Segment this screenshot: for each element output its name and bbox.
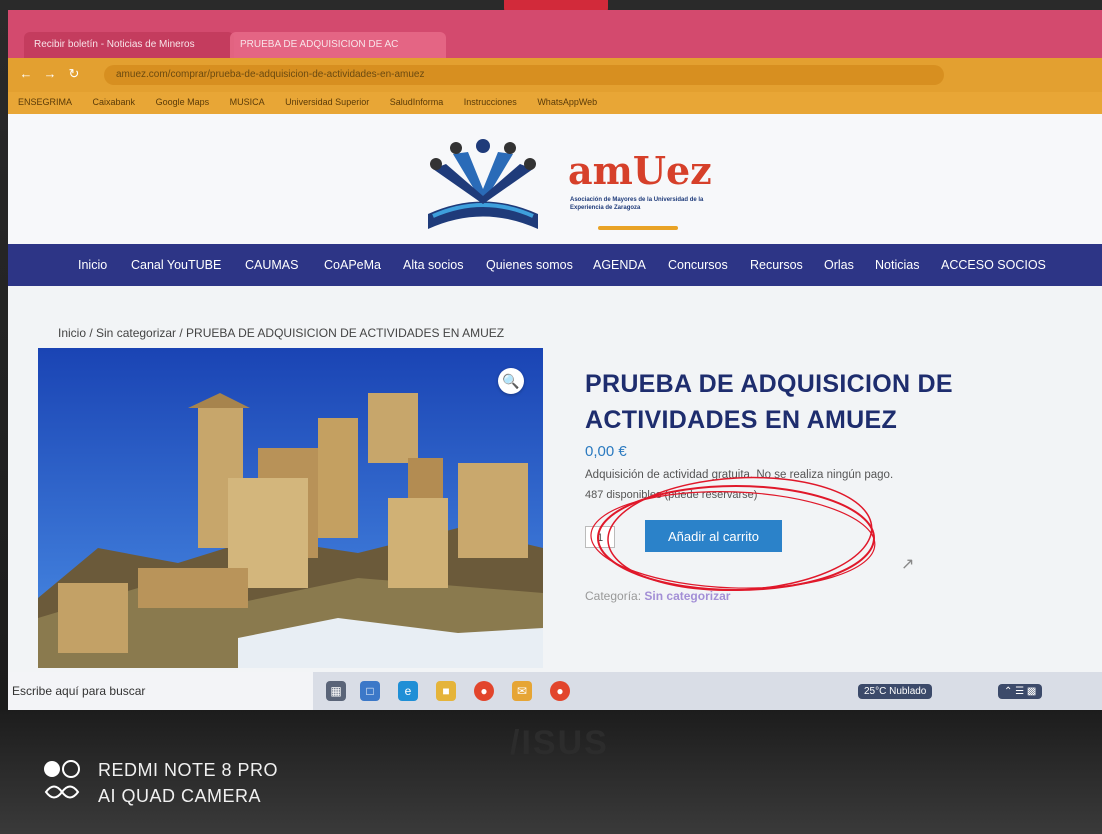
category-label: Categoría:	[585, 589, 642, 603]
product-category: Categoría: Sin categorizar	[585, 589, 730, 603]
bookmark[interactable]: Universidad Superior	[285, 97, 369, 107]
bookmark[interactable]: Google Maps	[156, 97, 210, 107]
nav-item-agenda[interactable]: AGENDA	[593, 258, 646, 272]
nav-item-noticias[interactable]: Noticias	[875, 258, 919, 272]
nav-item-orlas[interactable]: Orlas	[824, 258, 854, 272]
system-tray[interactable]: ⌃ ☰ ▩	[998, 684, 1043, 699]
main-navigation: Inicio Canal YouTUBE CAUMAS CoAPeMa Alta…	[8, 244, 1102, 286]
reload-icon[interactable]: ↻	[66, 66, 82, 82]
browser-tabbar: Recibir boletín - Noticias de Mineros PR…	[8, 10, 1102, 58]
product-page: Inicio / Sin categorizar / PRUEBA DE ADQ…	[8, 286, 1102, 710]
chrome-icon[interactable]: ●	[474, 681, 494, 701]
stock-status: 487 disponibles (puede reservarse)	[585, 489, 758, 501]
folder-icon[interactable]: ■	[436, 681, 456, 701]
chrome-active-icon[interactable]: ●	[550, 681, 570, 701]
taskbar-search-input[interactable]: Escribe aquí para buscar	[8, 672, 313, 710]
store-icon[interactable]: □	[360, 681, 380, 701]
nav-item-acceso-socios[interactable]: ACCESO SOCIOS	[941, 258, 1046, 272]
nav-item-inicio[interactable]: Inicio	[78, 258, 107, 272]
product-price: 0,00 €	[585, 443, 627, 460]
mouse-cursor-icon: ↗	[901, 556, 915, 573]
bookmark[interactable]: SaludInforma	[390, 97, 444, 107]
bookmark[interactable]: WhatsAppWeb	[537, 97, 597, 107]
edge-icon[interactable]: e	[398, 681, 418, 701]
weather-widget[interactable]: 25°C Nublado	[858, 684, 933, 699]
logo-underline	[598, 226, 678, 230]
nav-item-canal-youtube[interactable]: Canal YouTUBE	[131, 258, 221, 272]
mail-icon[interactable]: ✉	[512, 681, 532, 701]
bookmark[interactable]: ENSEGRIMA	[18, 97, 72, 107]
laptop-brand-logo: /ISUS	[510, 724, 609, 762]
site-header: amUez Asociación de Mayores de la Univer…	[8, 114, 1102, 244]
zoom-icon[interactable]: 🔍	[498, 368, 524, 394]
add-to-cart-button[interactable]: Añadir al carrito	[645, 520, 782, 552]
bookmark[interactable]: Caixabank	[93, 97, 136, 107]
nav-item-caumas[interactable]: CAUMAS	[245, 258, 298, 272]
bookmark[interactable]: MUSICA	[230, 97, 265, 107]
logo-title: amUez	[568, 148, 712, 193]
os-taskbar: Escribe aquí para buscar ▦ □ e ■ ● ✉ ● 2…	[8, 672, 1102, 710]
product-title: PRUEBA DE ADQUISICION DE ACTIVIDADES EN …	[585, 370, 953, 434]
nav-item-recursos[interactable]: Recursos	[750, 258, 803, 272]
browser-tab[interactable]: Recibir boletín - Noticias de Mineros	[24, 32, 234, 58]
camera-lens-icon	[44, 760, 80, 799]
product-description: Adquisición de actividad gratuita. No se…	[585, 469, 894, 481]
quantity-input[interactable]: 1	[585, 526, 615, 548]
photo-watermark-camera: AI QUAD CAMERA	[98, 786, 262, 806]
browser-toolbar: ← → ↻ amuez.com/comprar/prueba-de-adquis…	[8, 58, 1102, 92]
category-link[interactable]: Sin categorizar	[644, 589, 730, 603]
bookmarks-bar: ENSEGRIMA Caixabank Google Maps MUSICA U…	[8, 92, 1102, 114]
laptop-screen: Recibir boletín - Noticias de Mineros PR…	[8, 10, 1102, 710]
nav-item-quienes-somos[interactable]: Quienes somos	[486, 258, 573, 272]
forward-icon[interactable]: →	[42, 66, 58, 82]
bookmark[interactable]: Instrucciones	[464, 97, 517, 107]
photo-watermark-device: REDMI NOTE 8 PRO	[98, 760, 279, 780]
logo-subtitle: Asociación de Mayores de la Universidad …	[570, 197, 704, 211]
book-people-logo-icon	[428, 139, 538, 229]
task-view-icon[interactable]: ▦	[326, 681, 346, 701]
castle-photo	[38, 348, 543, 668]
product-image[interactable]	[38, 348, 543, 668]
breadcrumb[interactable]: Inicio / Sin categorizar / PRUEBA DE ADQ…	[58, 326, 504, 340]
back-icon[interactable]: ←	[18, 66, 34, 82]
address-bar[interactable]: amuez.com/comprar/prueba-de-adquisicion-…	[104, 65, 944, 85]
browser-tab-active[interactable]: PRUEBA DE ADQUISICION DE AC	[230, 32, 446, 58]
nav-item-concursos[interactable]: Concursos	[668, 258, 728, 272]
nav-item-coapema[interactable]: CoAPeMa	[324, 258, 381, 272]
site-logo[interactable]: amUez Asociación de Mayores de la Univer…	[418, 134, 718, 234]
nav-item-alta-socios[interactable]: Alta socios	[403, 258, 463, 272]
